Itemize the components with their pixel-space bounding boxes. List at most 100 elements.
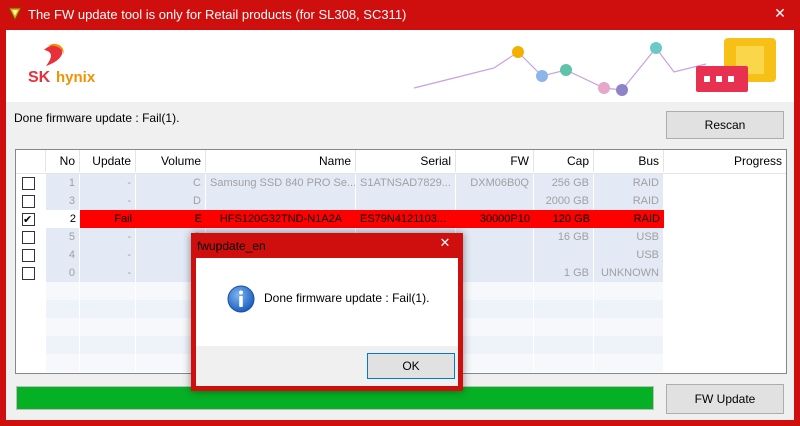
- empty-cell: [456, 282, 534, 300]
- header-progress[interactable]: Progress: [664, 150, 786, 172]
- cell-update: -: [80, 246, 136, 264]
- cell-checkbox: [16, 192, 46, 210]
- cell-checkbox: [16, 246, 46, 264]
- result-dialog: fwupdate_en ✕ Done firmware update : Fai…: [191, 233, 463, 391]
- empty-cell: [456, 354, 534, 372]
- row-checkbox[interactable]: [22, 231, 35, 244]
- fw-update-button[interactable]: FW Update: [666, 384, 784, 414]
- cell-bus: RAID: [594, 210, 664, 228]
- empty-cell: [664, 300, 786, 318]
- row-checkbox[interactable]: [22, 195, 35, 208]
- cell-volume: E: [136, 210, 206, 228]
- empty-cell: [534, 300, 594, 318]
- cell-fw: [456, 192, 534, 210]
- cell-update: -: [80, 228, 136, 246]
- row-checkbox[interactable]: [22, 249, 35, 262]
- header-no[interactable]: No: [46, 150, 80, 172]
- empty-cell: [664, 282, 786, 300]
- window-title: The FW update tool is only for Retail pr…: [28, 7, 407, 22]
- ok-button[interactable]: OK: [367, 353, 455, 379]
- empty-cell: [46, 354, 80, 372]
- table-row[interactable]: 1- C Samsung SSD 840 PRO Se... S1ATNSAD7829…: [16, 174, 786, 192]
- header-checkbox-col[interactable]: [16, 150, 46, 172]
- cell-progress: [664, 210, 786, 228]
- list-header: No Update Volume Name Serial FW Cap Bus …: [16, 150, 786, 174]
- empty-cell: [456, 300, 534, 318]
- rescan-button[interactable]: Rescan: [666, 111, 784, 139]
- cell-update: -: [80, 192, 136, 210]
- empty-cell: [534, 282, 594, 300]
- empty-cell: [80, 300, 136, 318]
- cell-bus: UNKNOWN: [594, 264, 664, 282]
- empty-cell: [594, 336, 664, 354]
- cell-cap: [534, 246, 594, 264]
- cell-no: 2: [46, 210, 80, 228]
- empty-cell: [46, 318, 80, 336]
- cell-no: 5: [46, 228, 80, 246]
- dialog-close-icon[interactable]: ✕: [430, 234, 460, 252]
- header-name[interactable]: Name: [206, 150, 356, 172]
- close-icon[interactable]: ✕: [765, 4, 795, 23]
- cell-serial: [356, 192, 456, 210]
- cell-cap: 2000 GB: [534, 192, 594, 210]
- empty-cell: [80, 336, 136, 354]
- cell-cap: 16 GB: [534, 228, 594, 246]
- header-fw[interactable]: FW: [456, 150, 534, 172]
- empty-cell: [534, 318, 594, 336]
- cell-progress: [664, 246, 786, 264]
- main-window: The FW update tool is only for Retail pr…: [0, 0, 800, 426]
- cell-no: 3: [46, 192, 80, 210]
- dialog-message: Done firmware update : Fail(1).: [264, 291, 430, 305]
- cell-volume: C: [136, 174, 206, 192]
- header-update[interactable]: Update: [80, 150, 136, 172]
- empty-cell: [16, 336, 46, 354]
- empty-cell: [16, 300, 46, 318]
- cell-fw: [456, 246, 534, 264]
- empty-cell: [594, 354, 664, 372]
- empty-cell: [594, 282, 664, 300]
- header-volume[interactable]: Volume: [136, 150, 206, 172]
- cell-checkbox: [16, 228, 46, 246]
- logo-hynix-text: hynix: [56, 69, 96, 86]
- table-row[interactable]: 3- D 2000 GB RAID: [16, 192, 786, 210]
- cell-checkbox: [16, 174, 46, 192]
- empty-cell: [594, 300, 664, 318]
- table-row[interactable]: 2FailEHFS120G32TND-N1A2AES79N4121103...3…: [16, 210, 786, 228]
- cell-progress: [664, 192, 786, 210]
- app-icon: [8, 7, 22, 22]
- empty-cell: [456, 318, 534, 336]
- header-serial[interactable]: Serial: [356, 150, 456, 172]
- cell-serial: ES79N4121103...: [356, 210, 456, 228]
- cell-bus: RAID: [594, 192, 664, 210]
- empty-cell: [16, 282, 46, 300]
- header-cap[interactable]: Cap: [534, 150, 594, 172]
- row-checkbox[interactable]: [22, 211, 35, 228]
- empty-cell: [664, 318, 786, 336]
- dialog-footer: OK: [196, 346, 458, 386]
- empty-cell: [46, 300, 80, 318]
- header-bus[interactable]: Bus: [594, 150, 664, 172]
- empty-cell: [456, 336, 534, 354]
- row-checkbox[interactable]: [22, 267, 35, 280]
- cell-fw: DXM06B0Q: [456, 174, 534, 192]
- title-bar[interactable]: The FW update tool is only for Retail pr…: [0, 0, 800, 30]
- cell-bus: RAID: [594, 174, 664, 192]
- cell-progress: [664, 264, 786, 282]
- cell-update: -: [80, 264, 136, 282]
- cell-fw: [456, 264, 534, 282]
- info-icon: [227, 285, 255, 313]
- logo-sk-text: SK: [28, 69, 51, 86]
- cell-update: -: [80, 174, 136, 192]
- brand-banner: SK hynix: [6, 30, 794, 102]
- empty-cell: [46, 282, 80, 300]
- empty-cell: [534, 336, 594, 354]
- cell-checkbox: [16, 264, 46, 282]
- cell-cap: 120 GB: [534, 210, 594, 228]
- cell-serial: S1ATNSAD7829...: [356, 174, 456, 192]
- empty-cell: [534, 354, 594, 372]
- cell-no: 0: [46, 264, 80, 282]
- cell-fw: [456, 228, 534, 246]
- empty-cell: [664, 336, 786, 354]
- cell-bus: USB: [594, 246, 664, 264]
- row-checkbox[interactable]: [22, 177, 35, 190]
